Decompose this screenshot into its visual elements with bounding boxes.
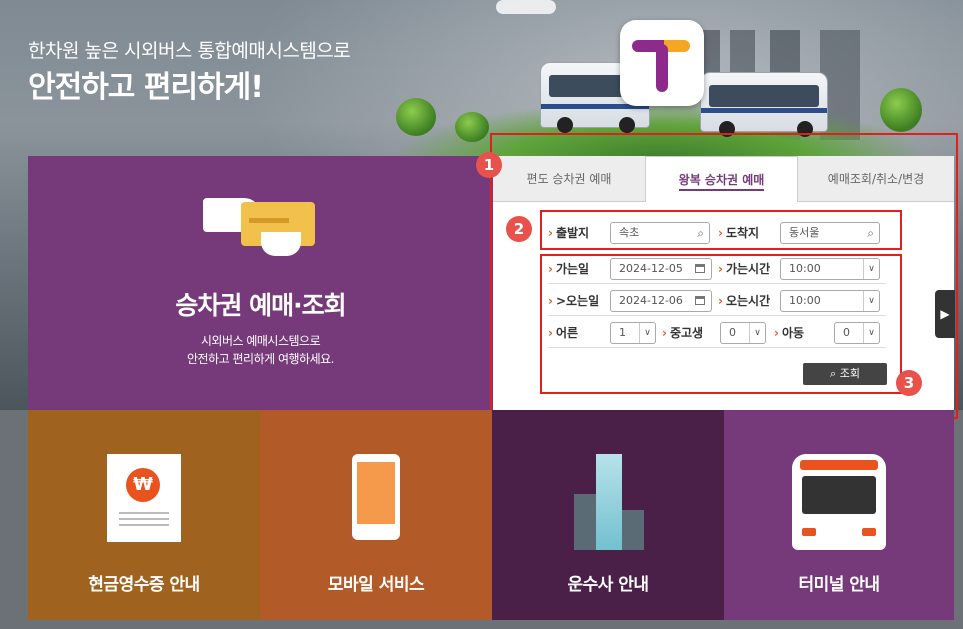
tree-decoration: [455, 112, 489, 142]
credit-card-icon: [203, 192, 319, 258]
ticket-panel: 승차권 예매·조회 시외버스 예매시스템으로 안전하고 편리하게 여행하세요.: [28, 156, 501, 410]
tile-label: 모바일 서비스: [327, 575, 425, 595]
smartphone-icon: [352, 454, 400, 540]
tile-cash-receipt[interactable]: ₩ 현금영수증 안내: [28, 410, 260, 620]
tile-label: 현금영수증 안내: [88, 575, 200, 595]
annotation-badge-2: 2: [506, 216, 532, 242]
bus-icon: [792, 454, 886, 550]
balloon-decoration: [496, 0, 556, 14]
hero-title: 안전하고 편리하게!: [28, 70, 264, 105]
building-icon: [568, 454, 648, 550]
tree-decoration: [880, 88, 922, 132]
tile-mobile-service[interactable]: 모바일 서비스: [260, 410, 492, 620]
tile-label: 운수사 안내: [567, 575, 649, 595]
ticket-panel-description: 시외버스 예매시스템으로 안전하고 편리하게 여행하세요.: [28, 332, 493, 368]
bus-image: [700, 72, 828, 137]
tile-bus-company[interactable]: 운수사 안내: [492, 410, 724, 620]
annotation-box-3: [540, 254, 902, 394]
tile-label: 터미널 안내: [798, 575, 880, 595]
receipt-icon: ₩: [107, 454, 181, 542]
tree-decoration: [396, 98, 436, 136]
annotation-box-2: [540, 210, 902, 250]
desc-line-2: 안전하고 편리하게 여행하세요.: [187, 352, 334, 366]
annotation-badge-1: 1: [476, 152, 502, 178]
tile-terminal[interactable]: 터미널 안내: [724, 410, 954, 620]
desc-line-1: 시외버스 예매시스템으로: [200, 334, 321, 348]
t-logo-icon: [620, 20, 704, 106]
hero-subtitle: 한차원 높은 시외버스 통합예매시스템으로: [28, 40, 351, 62]
ticket-panel-title: 승차권 예매·조회: [175, 291, 346, 320]
annotation-badge-3: 3: [896, 370, 922, 396]
